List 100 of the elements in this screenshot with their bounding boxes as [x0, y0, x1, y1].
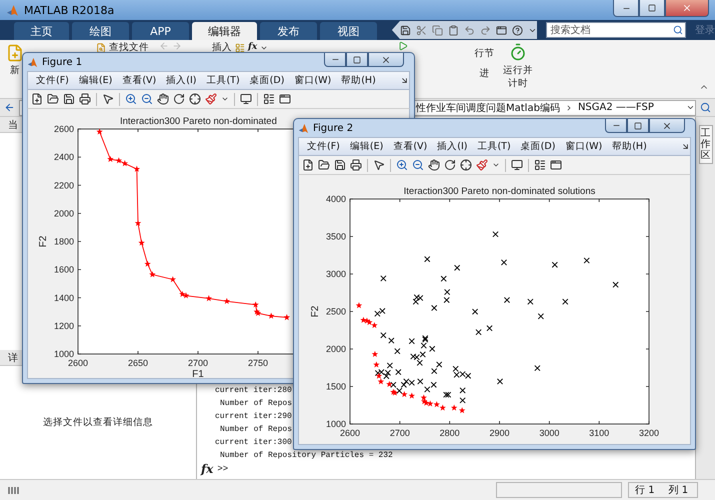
- menu-item[interactable]: 窗口(W): [560, 140, 608, 153]
- help-icon[interactable]: [512, 24, 523, 36]
- maximize-icon[interactable]: [634, 122, 642, 130]
- save-icon[interactable]: [334, 159, 346, 171]
- ribbon-label[interactable]: 进: [479, 68, 490, 79]
- close-button[interactable]: [368, 53, 404, 67]
- menu-item[interactable]: 插入(I): [161, 74, 202, 87]
- zoom-in-icon[interactable]: [396, 159, 408, 171]
- ribbon-label[interactable]: 新: [10, 65, 20, 76]
- menu-item[interactable]: 帮助(H): [336, 74, 381, 87]
- maximize-button[interactable]: [627, 119, 649, 133]
- command-prompt[interactable]: >>: [217, 464, 228, 474]
- new-file-icon[interactable]: [302, 159, 314, 171]
- redo-icon[interactable]: [480, 24, 491, 36]
- data-point: [144, 260, 151, 267]
- maximize-button[interactable]: [639, 0, 665, 17]
- search-field[interactable]: 搜索文档: [546, 22, 686, 38]
- maximize-icon[interactable]: [353, 56, 361, 64]
- menu-item[interactable]: 桌面(D): [244, 74, 290, 87]
- window-icon[interactable]: [550, 159, 562, 171]
- axis-tick-label: 1000: [54, 349, 74, 359]
- menu-item[interactable]: 编辑(E): [74, 74, 118, 87]
- close-icon[interactable]: [662, 120, 672, 130]
- workspace-tab[interactable]: 工作区: [698, 125, 712, 164]
- ribbon-label[interactable]: 查找文件: [109, 42, 149, 53]
- ribbon-tab[interactable]: APP: [132, 22, 190, 40]
- menu-item[interactable]: 帮助(H): [607, 140, 652, 153]
- ribbon-label[interactable]: 插入: [212, 42, 232, 53]
- zoom-out-icon[interactable]: [141, 93, 153, 105]
- brush-icon[interactable]: [205, 93, 217, 105]
- rotate-icon[interactable]: [173, 93, 185, 105]
- ribbon-tab[interactable]: 编辑器: [192, 22, 257, 40]
- save-icon[interactable]: [63, 93, 75, 105]
- pointer-icon[interactable]: [102, 93, 114, 105]
- legend-icon[interactable]: [534, 159, 546, 171]
- crosshair-icon[interactable]: [460, 159, 472, 171]
- menu-item[interactable]: 编辑(E): [344, 140, 388, 153]
- close-button[interactable]: [665, 0, 709, 17]
- maximize-icon[interactable]: [648, 4, 656, 12]
- menu-item[interactable]: 文件(F): [302, 140, 345, 153]
- paste-icon[interactable]: [448, 24, 459, 36]
- find-files-icon[interactable]: [96, 42, 106, 52]
- minimize-button[interactable]: [605, 119, 627, 133]
- menu-item[interactable]: 工具(T): [472, 140, 516, 153]
- menu-item[interactable]: 查看(V): [117, 74, 162, 87]
- menu-item[interactable]: 插入(I): [432, 140, 472, 153]
- zoom-out-icon[interactable]: [412, 159, 424, 171]
- maximize-button[interactable]: [346, 53, 368, 67]
- menu-item[interactable]: 窗口(W): [289, 74, 336, 87]
- zoom-in-icon[interactable]: [125, 93, 137, 105]
- close-button[interactable]: [649, 119, 685, 133]
- window-icon[interactable]: [496, 24, 507, 36]
- monitor-icon[interactable]: [511, 159, 523, 171]
- data-point: [206, 295, 212, 302]
- fx-label[interactable]: fx: [201, 463, 214, 475]
- print-icon[interactable]: [350, 159, 362, 171]
- menu-item[interactable]: 工具(T): [201, 74, 245, 87]
- print-icon[interactable]: [79, 93, 91, 105]
- rotate-icon[interactable]: [444, 159, 456, 171]
- open-folder-icon[interactable]: [47, 93, 59, 105]
- run-icon[interactable]: [398, 41, 408, 51]
- new-file-icon[interactable]: [6, 44, 24, 62]
- hand-icon[interactable]: [428, 159, 440, 171]
- copy-icon[interactable]: [432, 24, 443, 36]
- search-icon[interactable]: [673, 25, 684, 35]
- back-icon[interactable]: [4, 102, 15, 113]
- new-file-icon[interactable]: [31, 93, 43, 105]
- crosshair-icon[interactable]: [189, 93, 201, 105]
- caret-icon[interactable]: [686, 103, 695, 112]
- monitor-icon[interactable]: [240, 93, 252, 105]
- ribbon-tab[interactable]: 发布: [260, 22, 317, 40]
- ribbon-label[interactable]: 运行并计时: [502, 64, 534, 90]
- dock-icon[interactable]: [681, 142, 690, 151]
- minimize-button[interactable]: [613, 0, 639, 17]
- axis-tick-label: 2650: [128, 358, 148, 368]
- ribbon-label[interactable]: 行节: [474, 48, 494, 59]
- caret-icon[interactable]: [221, 95, 229, 103]
- ribbon-tab[interactable]: 视图: [320, 22, 377, 40]
- undo-icon[interactable]: [464, 24, 475, 36]
- fx-label[interactable]: fx: [248, 43, 258, 52]
- brush-icon[interactable]: [476, 159, 488, 171]
- menu-item[interactable]: 查看(V): [388, 140, 432, 153]
- dock-icon[interactable]: [400, 76, 409, 85]
- pointer-icon[interactable]: [373, 159, 385, 171]
- save-icon[interactable]: [400, 24, 411, 36]
- insert-icon[interactable]: [235, 42, 245, 52]
- run-and-time-icon[interactable]: [508, 43, 527, 61]
- legend-icon[interactable]: [263, 93, 275, 105]
- window-icon[interactable]: [279, 93, 291, 105]
- open-folder-icon[interactable]: [318, 159, 330, 171]
- ribbon-tab[interactable]: 绘图: [72, 22, 130, 40]
- cut-icon[interactable]: [416, 24, 427, 36]
- menu-item[interactable]: 桌面(D): [516, 140, 560, 153]
- menu-item[interactable]: 文件(F): [31, 74, 74, 87]
- hand-icon[interactable]: [157, 93, 169, 105]
- close-icon[interactable]: [381, 54, 391, 64]
- search-icon[interactable]: [700, 102, 711, 113]
- caret-icon[interactable]: [492, 161, 500, 169]
- ribbon-tab[interactable]: 主页: [14, 22, 70, 40]
- minimize-button[interactable]: [324, 53, 346, 67]
